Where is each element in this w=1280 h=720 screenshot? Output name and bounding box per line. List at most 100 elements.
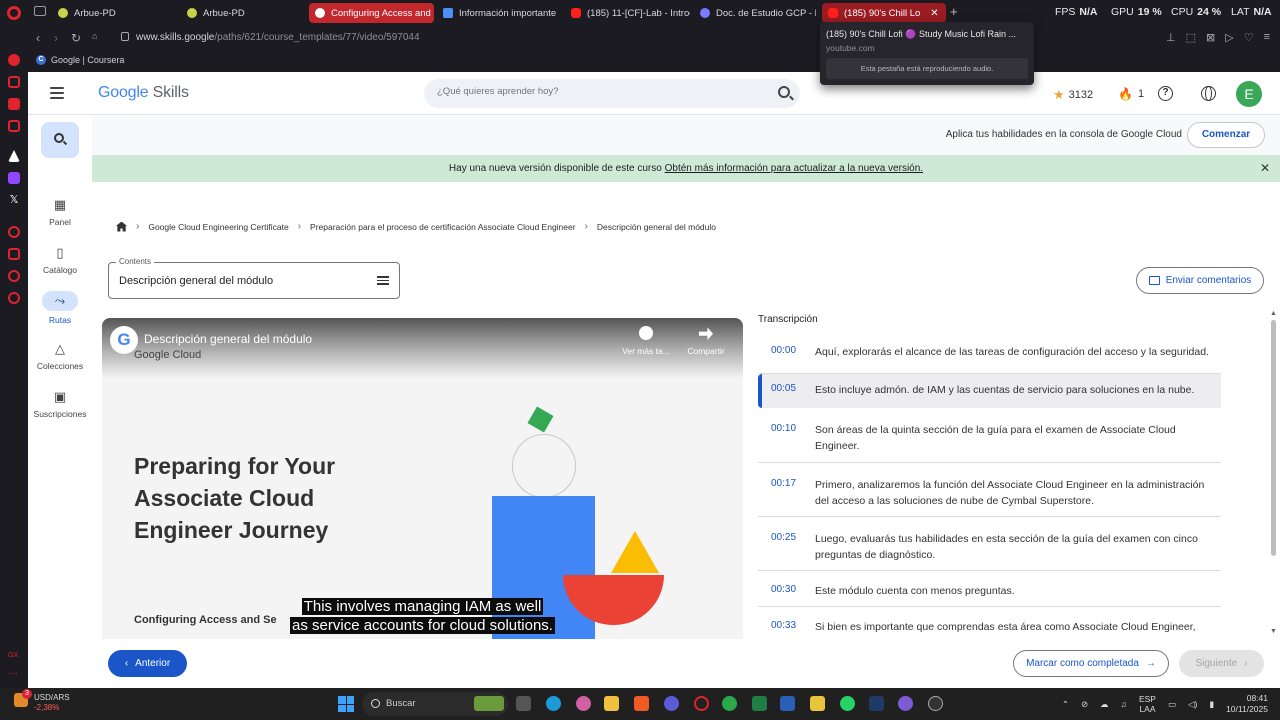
chevron-up-icon[interactable]: ⌃ [1062, 699, 1069, 710]
copilot-icon[interactable] [576, 696, 591, 711]
gx-icon[interactable]: GX [8, 650, 20, 662]
discord-icon[interactable] [664, 696, 679, 711]
scroll-up-icon[interactable]: ▲ [1270, 310, 1277, 317]
snapshot-icon[interactable]: ⬚ [1186, 31, 1196, 44]
transcript-line-active[interactable]: 00:05 Esto incluye admón. de IAM y las c… [758, 374, 1221, 408]
search-input[interactable] [437, 86, 757, 97]
app-icon[interactable] [928, 696, 943, 711]
home-icon[interactable]: ⌂ [92, 31, 97, 41]
browser-tab[interactable]: Arbue-PD [181, 3, 301, 23]
browser-tab-active[interactable]: Configuring Access and [309, 3, 434, 23]
close-banner-icon[interactable]: ✕ [1260, 155, 1270, 182]
excel-icon[interactable] [752, 696, 767, 711]
opera-logo-icon[interactable] [7, 6, 21, 20]
language-globe-icon[interactable] [1201, 86, 1216, 101]
workspaces-icon[interactable] [34, 6, 46, 16]
history-icon[interactable] [8, 226, 20, 238]
scroll-down-icon[interactable]: ▼ [1270, 628, 1277, 635]
no-wifi-icon[interactable]: ⊘ [1081, 699, 1088, 710]
headset-icon[interactable]: ♫ [1121, 699, 1127, 709]
brave-icon[interactable] [634, 696, 649, 711]
forward-icon[interactable]: › [54, 31, 58, 45]
rail-item-collections[interactable]: △ Colecciones [28, 341, 92, 371]
file-explorer-icon[interactable] [604, 696, 619, 711]
back-icon[interactable]: ‹ [36, 31, 40, 45]
rail-item-subscriptions[interactable]: ▣ Suscripciones [28, 389, 92, 419]
breadcrumb-item[interactable]: Preparación para el proceso de certifica… [310, 222, 576, 232]
network-icon[interactable]: ▭ [1168, 699, 1176, 710]
transcript-line[interactable]: 00:30 Este módulo cuenta con menos pregu… [758, 571, 1221, 607]
heart-icon[interactable]: ♡ [1244, 31, 1254, 44]
help-icon[interactable]: ? [1158, 86, 1173, 101]
next-button[interactable]: Siguiente › [1179, 650, 1264, 677]
sidebar-app-icon[interactable] [8, 76, 20, 88]
rail-search-button[interactable] [41, 122, 79, 158]
browser-tab-playing[interactable]: (185) 90's Chill Lo ✕ [822, 3, 946, 23]
sidebar-app-icon[interactable] [8, 120, 20, 132]
chrome-icon[interactable] [722, 696, 737, 711]
language-indicator[interactable]: ESP LAA [1139, 694, 1156, 714]
player-icon[interactable]: ▷ [1225, 31, 1233, 44]
update-version-link[interactable]: Obtén más información para actualizar a … [665, 163, 923, 174]
send-feedback-button[interactable]: Enviar comentarios [1136, 267, 1264, 294]
rail-item-panel[interactable]: ▦ Panel [28, 197, 92, 227]
close-tab-icon[interactable]: ✕ [930, 8, 938, 19]
pin-icon[interactable]: ⊥ [1166, 31, 1176, 44]
battery-icon[interactable]: ▮ [1209, 699, 1214, 710]
transcript-line[interactable]: 00:10 Son áreas de la quinta sección de … [758, 408, 1221, 463]
whatsapp-icon[interactable] [840, 696, 855, 711]
streak-counter[interactable]: 🔥 1 [1118, 87, 1144, 101]
browser-tab[interactable]: Doc. de Estudio GCP - De [694, 3, 816, 23]
previous-button[interactable]: ‹ Anterior [108, 650, 187, 677]
transcript-line[interactable]: 00:00 Aquí, explorarás el alcance de las… [758, 336, 1221, 374]
browser-tab[interactable]: Arbue-PD [52, 3, 172, 23]
search-icon[interactable] [778, 86, 790, 98]
new-tab-button[interactable]: + [950, 4, 958, 19]
downloads-icon[interactable] [8, 248, 20, 260]
home-icon[interactable] [116, 221, 127, 232]
vscode-icon[interactable] [869, 696, 884, 711]
points-counter[interactable]: ★ 3132 [1053, 87, 1093, 103]
settings-icon[interactable] [8, 292, 20, 304]
start-button[interactable]: Comenzar [1187, 122, 1265, 148]
search-bar[interactable] [424, 79, 800, 108]
watch-later-button[interactable]: Ver más ta... [616, 326, 676, 356]
reload-icon[interactable]: ↻ [71, 31, 81, 45]
menu-icon[interactable]: ≡ [1264, 31, 1270, 44]
video-title[interactable]: Descripción general del módulo [144, 332, 312, 346]
rail-item-routes[interactable]: ⤳ Rutas [28, 291, 92, 325]
scrollbar-thumb[interactable] [1271, 320, 1276, 556]
extensions-icon[interactable] [8, 270, 20, 282]
transcript-scrollbar[interactable]: ▲ ▼ [1270, 310, 1277, 638]
sidebar-app-icon[interactable] [8, 98, 20, 110]
wallet-icon[interactable]: ⊠ [1206, 31, 1215, 44]
notes-icon[interactable] [810, 696, 825, 711]
taskview-icon[interactable] [516, 696, 531, 711]
bookmark-coursera[interactable]: C Google | Coursera [36, 55, 124, 65]
more-icon[interactable]: ··· [8, 669, 20, 682]
word-icon[interactable] [780, 696, 795, 711]
transcript-line[interactable]: 00:17 Primero, analizaremos la función d… [758, 463, 1221, 517]
browser-tab[interactable]: Información importante [437, 3, 557, 23]
volume-icon[interactable]: ◁) [1188, 699, 1197, 710]
contents-select[interactable]: Contents Descripción general del módulo [108, 257, 400, 299]
url-field[interactable]: www.skills.google/paths/621/course_templ… [136, 32, 420, 43]
sidebar-app-icon[interactable] [8, 150, 20, 162]
currency-widget[interactable]: 3 USD/ARS -2,38% [14, 689, 70, 713]
rail-item-catalog[interactable]: ▯ Catálogo [28, 245, 92, 275]
breadcrumb-item[interactable]: Google Cloud Engineering Certificate [148, 222, 288, 232]
mark-complete-button[interactable]: Marcar como completada → [1013, 650, 1169, 677]
twitch-icon[interactable] [8, 172, 20, 184]
share-button[interactable]: Compartir [676, 326, 736, 356]
avatar[interactable]: E [1236, 81, 1262, 107]
onedrive-icon[interactable]: ☁ [1100, 699, 1109, 710]
clock[interactable]: 08:41 10/11/2025 [1226, 693, 1268, 715]
video-player[interactable]: Preparing for Your Associate Cloud Engin… [102, 318, 743, 639]
x-twitter-icon[interactable]: 𝕏 [8, 194, 20, 206]
transcript-line[interactable]: 00:33 Si bien es importante que comprend… [758, 607, 1221, 640]
google-skills-logo[interactable]: Google Skills [98, 84, 189, 102]
app-icon[interactable] [898, 696, 913, 711]
menu-toggle-icon[interactable] [50, 87, 64, 99]
aria-icon[interactable] [8, 54, 20, 66]
windows-start-icon[interactable] [338, 696, 354, 712]
